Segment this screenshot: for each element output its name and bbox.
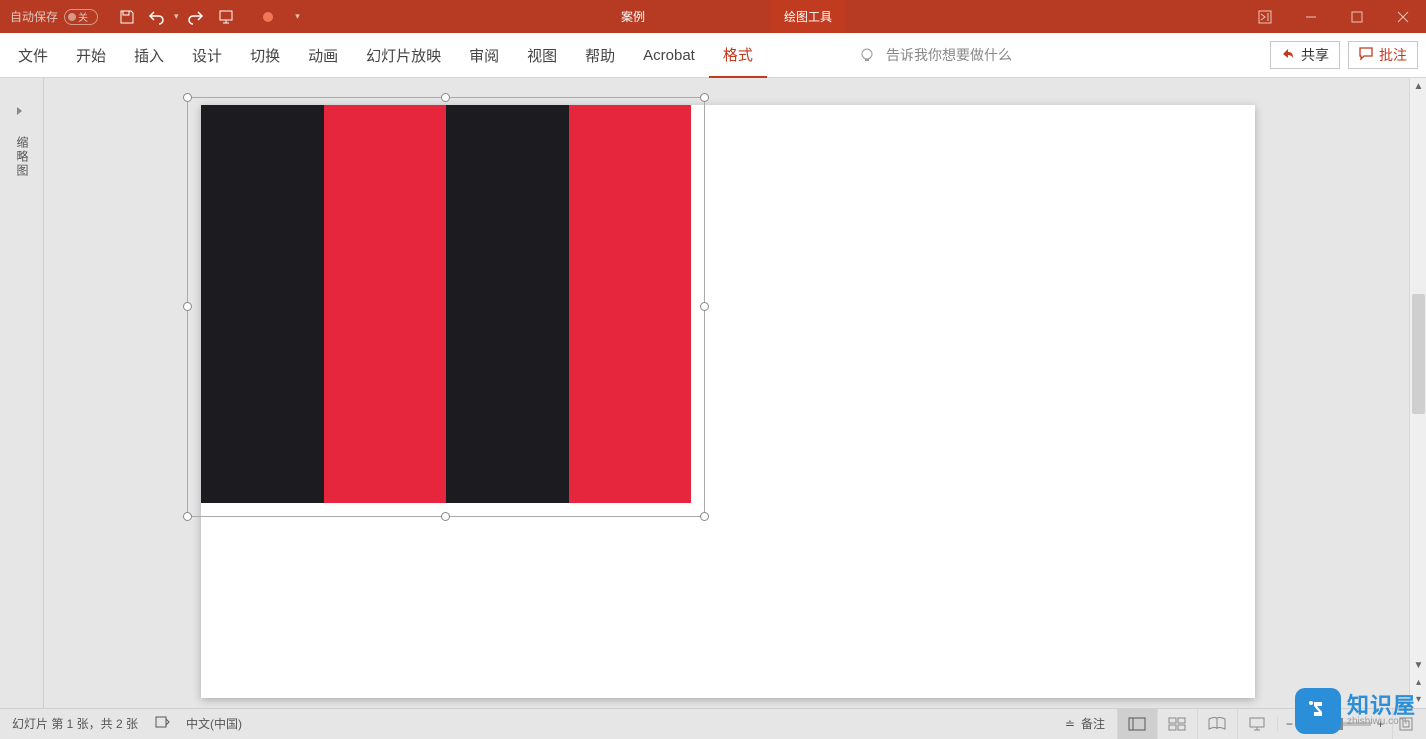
notes-label: 备注: [1081, 715, 1105, 732]
vertical-scrollbar[interactable]: ▲ ▼ ▴ ▾: [1409, 78, 1426, 708]
zoom-thumb[interactable]: [1335, 718, 1343, 730]
tab-insert[interactable]: 插入: [120, 33, 178, 78]
resize-handle-br[interactable]: [700, 512, 709, 521]
share-label: 共享: [1301, 45, 1329, 65]
tab-design[interactable]: 设计: [178, 33, 236, 78]
thumbnail-panel-collapsed: 缩略图: [0, 78, 44, 708]
slideshow-view-button[interactable]: [1237, 709, 1277, 739]
resize-handle-mr[interactable]: [700, 302, 709, 311]
language-label[interactable]: 中文(中国): [186, 715, 242, 732]
chevron-down-icon: ▾: [295, 11, 300, 22]
status-left: 幻灯片 第 1 张，共 2 张 中文(中国): [0, 714, 242, 733]
annotate-label: 批注: [1379, 45, 1407, 65]
tellme-placeholder: 告诉我你想要做什么: [886, 45, 1012, 65]
context-tool-tab[interactable]: 绘图工具: [770, 0, 846, 33]
resize-handle-tr[interactable]: [700, 93, 709, 102]
tab-acrobat[interactable]: Acrobat: [629, 33, 709, 78]
prev-slide-button[interactable]: ▴: [1410, 674, 1426, 691]
ribbon-tabs: 文件 开始 插入 设计 切换 动画 幻灯片放映 审阅 视图 帮助 Acrobat…: [0, 33, 1426, 78]
resize-handle-tl[interactable]: [183, 93, 192, 102]
titlebar: 自动保存 关 ▾ ▾ 案例 绘图工具: [0, 0, 1426, 33]
close-button[interactable]: [1380, 0, 1426, 33]
undo-dropdown-icon[interactable]: ▾: [174, 11, 179, 22]
share-icon: [1281, 47, 1295, 64]
slideshow-from-start-button[interactable]: [213, 4, 239, 30]
tellme-search[interactable]: 告诉我你想要做什么: [858, 45, 1012, 65]
qat-customize-button[interactable]: ▾: [285, 4, 311, 30]
normal-view-button[interactable]: [1117, 709, 1157, 739]
quick-access-toolbar: 自动保存 关 ▾ ▾: [0, 4, 311, 30]
notes-button[interactable]: ≐ 备注: [1053, 715, 1117, 732]
undo-button[interactable]: [144, 4, 170, 30]
autosave-toggle[interactable]: 自动保存 关: [10, 8, 98, 25]
zoom-in-button[interactable]: +: [1377, 717, 1384, 731]
autosave-label: 自动保存: [10, 8, 58, 25]
record-icon: [263, 12, 273, 22]
resize-handle-tm[interactable]: [441, 93, 450, 102]
resize-handle-bm[interactable]: [441, 512, 450, 521]
record-button[interactable]: [255, 4, 281, 30]
tab-transitions[interactable]: 切换: [236, 33, 294, 78]
resize-handle-ml[interactable]: [183, 302, 192, 311]
annotate-button[interactable]: 批注: [1348, 41, 1418, 69]
tab-review[interactable]: 审阅: [455, 33, 513, 78]
maximize-button[interactable]: [1334, 0, 1380, 33]
lightbulb-icon: [858, 46, 876, 64]
scroll-down-button[interactable]: ▼: [1410, 657, 1426, 674]
tab-view[interactable]: 视图: [513, 33, 571, 78]
toggle-off-icon: 关: [64, 9, 98, 25]
slide-canvas-area[interactable]: [44, 78, 1409, 708]
save-button[interactable]: [114, 4, 140, 30]
zoom-track[interactable]: [1299, 722, 1371, 726]
redo-button[interactable]: [183, 4, 209, 30]
work-area: 缩略图 ▲ ▼ ▴ ▾: [0, 78, 1426, 708]
slide-sorter-view-button[interactable]: [1157, 709, 1197, 739]
slide[interactable]: [201, 105, 1255, 698]
resize-handle-bl[interactable]: [183, 512, 192, 521]
zoom-out-button[interactable]: −: [1286, 717, 1293, 731]
ribbon-display-options-button[interactable]: [1242, 0, 1288, 33]
panel-vertical-label: 缩略图: [14, 136, 31, 178]
ribbon-actions: 共享 批注: [1270, 41, 1418, 69]
expand-panel-button[interactable]: [14, 104, 28, 118]
tab-help[interactable]: 帮助: [571, 33, 629, 78]
window-controls: [1242, 0, 1426, 33]
slide-count-label[interactable]: 幻灯片 第 1 张，共 2 张: [12, 715, 138, 732]
tab-file[interactable]: 文件: [4, 33, 62, 78]
zoom-slider[interactable]: − +: [1277, 717, 1392, 731]
fit-to-window-button[interactable]: [1392, 709, 1418, 739]
share-button[interactable]: 共享: [1270, 41, 1340, 69]
status-right: ≐ 备注 − +: [1053, 709, 1418, 739]
next-slide-button[interactable]: ▾: [1410, 691, 1426, 708]
status-bar: 幻灯片 第 1 张，共 2 张 中文(中国) ≐ 备注 − +: [0, 708, 1426, 738]
scroll-up-button[interactable]: ▲: [1410, 78, 1426, 95]
reading-view-button[interactable]: [1197, 709, 1237, 739]
notes-icon: ≐: [1065, 717, 1075, 731]
minimize-button[interactable]: [1288, 0, 1334, 33]
tab-animations[interactable]: 动画: [294, 33, 352, 78]
selection-frame[interactable]: [187, 97, 705, 517]
scroll-thumb[interactable]: [1412, 294, 1425, 414]
tab-slideshow[interactable]: 幻灯片放映: [352, 33, 455, 78]
tab-format[interactable]: 格式: [709, 33, 767, 78]
comment-icon: [1359, 47, 1373, 64]
tab-home[interactable]: 开始: [62, 33, 120, 78]
spellcheck-icon[interactable]: [154, 714, 170, 733]
